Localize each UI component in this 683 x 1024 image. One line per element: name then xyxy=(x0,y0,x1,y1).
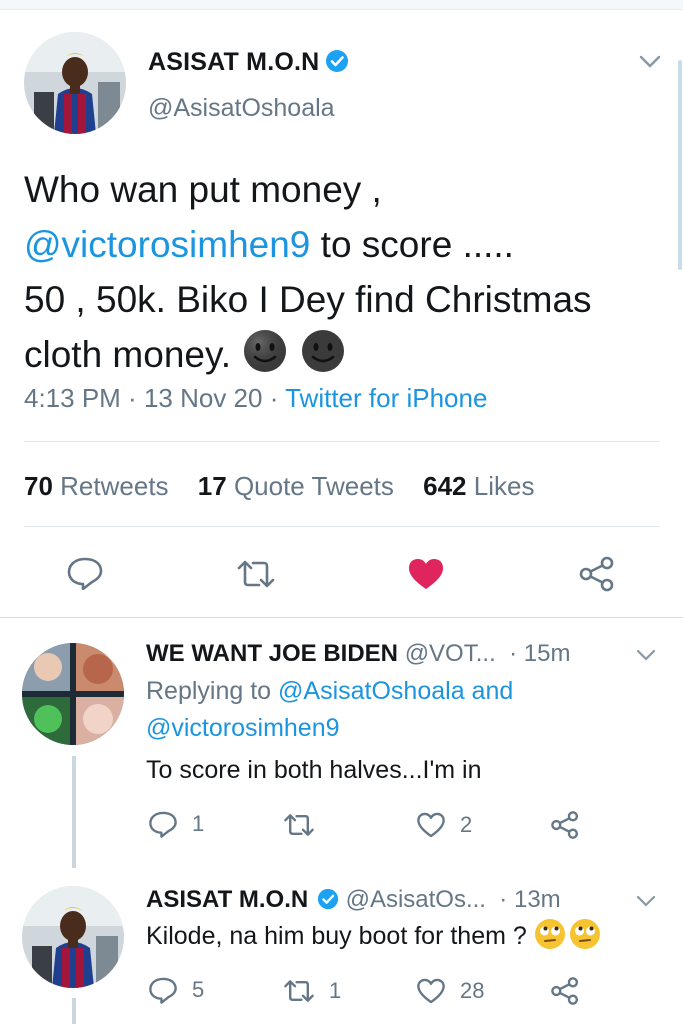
chevron-down-icon[interactable] xyxy=(636,648,656,667)
thread-connector xyxy=(72,756,76,868)
reply-text-content: Kilode, na him buy boot for them ? xyxy=(146,922,527,950)
verified-badge-icon xyxy=(317,888,339,917)
divider xyxy=(24,526,660,527)
reply-count: 5 xyxy=(192,977,205,1002)
reply-tweet[interactable]: ASISAT M.O.N @AsisatOs... · 13m Kilode, … xyxy=(0,868,683,1024)
divider xyxy=(24,441,660,442)
author-handle[interactable]: @AsisatOshoala xyxy=(148,94,335,123)
reply-button[interactable]: 5 xyxy=(148,976,204,1004)
share-icon[interactable] xyxy=(578,556,616,597)
chevron-down-icon[interactable] xyxy=(636,894,656,913)
retweet-icon[interactable] xyxy=(236,558,276,595)
replying-and: and xyxy=(464,677,514,705)
reply-author-name[interactable]: ASISAT M.O.N xyxy=(146,886,308,913)
reply-header: ASISAT M.O.N @AsisatOs... · 13m xyxy=(146,886,561,917)
tweet-line: Who wan put money , xyxy=(24,169,382,210)
likes-stat[interactable]: 642 Likes xyxy=(423,471,534,501)
heart-icon[interactable] xyxy=(407,557,445,596)
tweet-text: Who wan put money , @victorosimhen9 to s… xyxy=(24,162,664,388)
retweet-count: 1 xyxy=(329,978,342,1003)
author-name-text: ASISAT M.O.N xyxy=(148,48,320,76)
reply-time: 15m xyxy=(523,640,571,667)
mention-link[interactable]: @victorosimhen9 xyxy=(146,714,340,742)
tweet-stats: 70 Retweets 17 Quote Tweets 642 Likes xyxy=(24,471,556,502)
reply-icon[interactable] xyxy=(66,556,104,595)
reply-author-name[interactable]: WE WANT JOE BIDEN xyxy=(146,640,398,667)
retweet-button[interactable] xyxy=(283,812,329,838)
reply-avatar[interactable] xyxy=(22,886,124,988)
like-count: 2 xyxy=(460,812,473,837)
tweet-line: @victorosimhen9 to score ..... xyxy=(24,217,664,272)
reply-button[interactable]: 1 xyxy=(148,810,204,838)
mention-link[interactable]: @AsisatOshoala xyxy=(278,677,465,705)
smiling-face-emoji-icon xyxy=(241,327,351,388)
like-button[interactable]: 2 xyxy=(416,811,472,839)
like-count: 28 xyxy=(460,978,485,1003)
rolling-eyes-emoji-icon xyxy=(534,918,602,961)
author-name[interactable]: ASISAT M.O.N xyxy=(148,48,349,80)
tweet-line: cloth money. xyxy=(24,327,664,388)
author-avatar[interactable] xyxy=(24,32,126,134)
tweet-line-text: cloth money. xyxy=(24,334,232,375)
quote-tweets-stat[interactable]: 17 Quote Tweets xyxy=(198,471,394,501)
share-button[interactable] xyxy=(550,810,594,840)
retweets-stat[interactable]: 70 Retweets xyxy=(24,471,169,501)
reply-author-handle[interactable]: @VOT... xyxy=(405,640,496,667)
mention-link[interactable]: @victorosimhen9 xyxy=(24,224,310,265)
tweet-meta: 4:13 PM · 13 Nov 20 · Twitter for iPhone xyxy=(24,383,488,413)
tweet-time: 4:13 PM xyxy=(24,383,121,413)
tweet-source-link[interactable]: Twitter for iPhone xyxy=(285,383,487,413)
tweet-line: 50 , 50k. Biko I Dey find Christmas xyxy=(24,279,592,320)
reply-text: Kilode, na him buy boot for them ? xyxy=(146,918,602,961)
tweet-line-text: to score ..... xyxy=(310,224,514,265)
reply-text: To score in both halves...I'm in xyxy=(146,756,482,784)
like-button[interactable]: 28 xyxy=(416,977,484,1005)
main-tweet: ASISAT M.O.N @AsisatOshoala Who wan put … xyxy=(0,10,683,617)
tweet-date: 13 Nov 20 xyxy=(143,383,263,413)
top-edge xyxy=(0,0,683,10)
reply-count: 1 xyxy=(192,811,205,836)
reply-tweet[interactable]: WE WANT JOE BIDEN @VOT... · 15m Replying… xyxy=(0,618,683,868)
share-button[interactable] xyxy=(550,976,594,1006)
chevron-down-icon[interactable] xyxy=(638,54,662,75)
verified-badge-icon xyxy=(325,49,349,80)
retweet-button[interactable]: 1 xyxy=(283,978,341,1004)
thread-connector xyxy=(72,998,76,1024)
reply-time: 13m xyxy=(513,886,561,913)
reply-header: WE WANT JOE BIDEN @VOT... · 15m xyxy=(146,640,571,667)
reply-author-handle[interactable]: @AsisatOs... xyxy=(346,886,486,913)
reply-avatar[interactable] xyxy=(22,643,124,745)
replying-to-label: Replying to xyxy=(146,677,279,705)
reply-replying-to: Replying to @AsisatOshoala and @victoros… xyxy=(146,673,513,747)
